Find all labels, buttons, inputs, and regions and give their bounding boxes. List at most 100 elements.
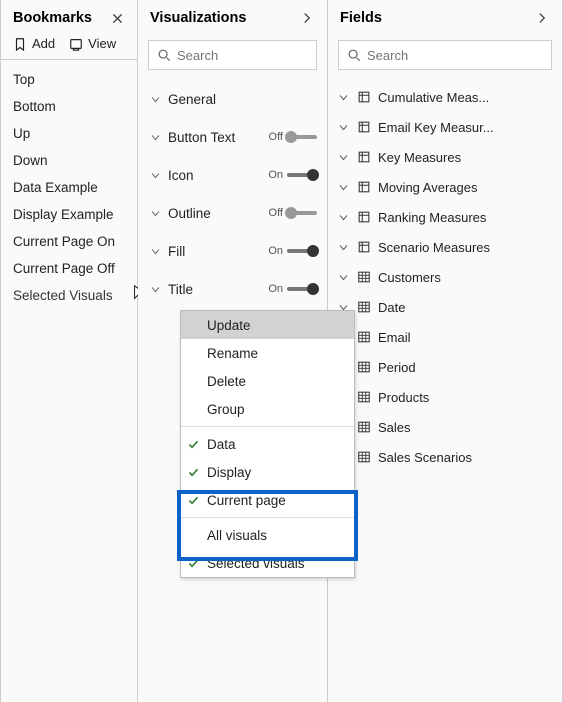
field-table-label: Ranking Measures xyxy=(378,210,486,225)
menu-item-label: Selected visuals xyxy=(207,556,305,571)
bookmarks-header: Bookmarks xyxy=(1,0,137,32)
field-table-label: Moving Averages xyxy=(378,180,478,195)
bookmark-item[interactable]: Selected Visuals xyxy=(1,282,137,309)
field-table[interactable]: Email Key Measur... xyxy=(328,112,562,142)
toggle-state-label: Off xyxy=(269,207,283,219)
menu-item[interactable]: Display xyxy=(181,458,354,486)
format-section[interactable]: General xyxy=(138,80,327,118)
format-section-label: Fill xyxy=(168,244,268,259)
view-bookmark-button[interactable]: View xyxy=(69,36,116,51)
toggle-switch[interactable]: On xyxy=(268,169,317,181)
bookmark-item[interactable]: Data Example xyxy=(1,174,137,201)
chevron-down-icon xyxy=(336,272,350,283)
fields-pane: Fields Cumulative Meas... Email Key Measu… xyxy=(328,0,563,702)
bookmark-item[interactable]: Down xyxy=(1,147,137,174)
menu-item-label: Rename xyxy=(207,346,258,361)
menu-item[interactable]: Group xyxy=(181,395,354,423)
fields-search[interactable] xyxy=(338,40,552,70)
format-section[interactable]: TitleOn xyxy=(138,270,327,308)
bookmark-item[interactable]: Display Example xyxy=(1,201,137,228)
menu-item-label: Group xyxy=(207,402,245,417)
field-table[interactable]: Cumulative Meas... xyxy=(328,82,562,112)
chevron-down-icon xyxy=(148,94,162,105)
menu-item[interactable]: Data xyxy=(181,430,354,458)
bookmark-item[interactable]: Up xyxy=(1,120,137,147)
search-icon xyxy=(347,48,361,62)
field-table-label: Cumulative Meas... xyxy=(378,90,489,105)
check-icon xyxy=(187,557,200,570)
menu-item-label: Update xyxy=(207,318,251,333)
toggle-switch[interactable]: On xyxy=(268,283,317,295)
bookmark-icon xyxy=(13,37,27,51)
field-table[interactable]: Moving Averages xyxy=(328,172,562,202)
check-icon xyxy=(187,466,200,479)
bookmark-item[interactable]: Top xyxy=(1,66,137,93)
field-table-label: Period xyxy=(378,360,416,375)
field-table-label: Products xyxy=(378,390,429,405)
chevron-down-icon xyxy=(336,182,350,193)
view-label: View xyxy=(88,36,116,51)
toggle-switch[interactable]: On xyxy=(268,245,317,257)
visualizations-search[interactable] xyxy=(148,40,317,70)
chevron-down-icon xyxy=(148,170,162,181)
field-table[interactable]: Period xyxy=(328,352,562,382)
format-section[interactable]: IconOn xyxy=(138,156,327,194)
menu-item-label: Data xyxy=(207,437,236,452)
menu-item-label: Display xyxy=(207,465,251,480)
chevron-down-icon xyxy=(148,246,162,257)
check-icon xyxy=(187,438,200,451)
close-icon[interactable] xyxy=(109,10,125,26)
menu-item[interactable]: Rename xyxy=(181,339,354,367)
menu-item[interactable]: Update xyxy=(181,311,354,339)
field-table[interactable]: Products xyxy=(328,382,562,412)
measure-icon xyxy=(356,239,372,255)
menu-item[interactable]: Current page xyxy=(181,486,354,514)
chevron-right-icon[interactable] xyxy=(299,10,315,26)
field-table-label: Customers xyxy=(378,270,441,285)
field-table-label: Scenario Measures xyxy=(378,240,490,255)
menu-item[interactable]: Selected visuals xyxy=(181,549,354,577)
add-label: Add xyxy=(32,36,55,51)
table-icon xyxy=(356,269,372,285)
field-table[interactable]: Date xyxy=(328,292,562,322)
toggle-switch[interactable]: Off xyxy=(269,131,317,143)
check-icon xyxy=(187,494,200,507)
chevron-right-icon[interactable] xyxy=(534,10,550,26)
menu-item[interactable]: Delete xyxy=(181,367,354,395)
measure-icon xyxy=(356,149,372,165)
menu-separator xyxy=(181,426,354,427)
bookmark-item[interactable]: Current Page On xyxy=(1,228,137,255)
field-table[interactable]: Sales xyxy=(328,412,562,442)
table-icon xyxy=(356,329,372,345)
chevron-down-icon xyxy=(148,208,162,219)
format-section-label: Icon xyxy=(168,168,268,183)
toggle-switch[interactable]: Off xyxy=(269,207,317,219)
menu-item[interactable]: All visuals xyxy=(181,521,354,549)
field-table-label: Date xyxy=(378,300,405,315)
search-icon xyxy=(157,48,171,62)
measure-icon xyxy=(356,209,372,225)
menu-item-label: All visuals xyxy=(207,528,267,543)
format-section[interactable]: FillOn xyxy=(138,232,327,270)
format-section[interactable]: OutlineOff xyxy=(138,194,327,232)
menu-item-label: Current page xyxy=(207,493,286,508)
bookmark-item[interactable]: Current Page Off xyxy=(1,255,137,282)
table-icon xyxy=(356,359,372,375)
field-table[interactable]: Customers xyxy=(328,262,562,292)
fields-header: Fields xyxy=(328,0,562,32)
table-icon xyxy=(356,419,372,435)
field-table[interactable]: Ranking Measures xyxy=(328,202,562,232)
bookmark-item[interactable]: Bottom xyxy=(1,93,137,120)
visualizations-search-input[interactable] xyxy=(177,48,353,63)
format-section[interactable]: Button TextOff xyxy=(138,118,327,156)
field-table[interactable]: Scenario Measures xyxy=(328,232,562,262)
bookmark-context-menu: Update Rename Delete Group Data Display Curren… xyxy=(180,310,355,578)
fields-list: Cumulative Meas... Email Key Measur...Key… xyxy=(328,78,562,476)
chevron-down-icon xyxy=(336,152,350,163)
field-table[interactable]: Key Measures xyxy=(328,142,562,172)
visualizations-header: Visualizations xyxy=(138,0,327,32)
fields-search-input[interactable] xyxy=(367,48,543,63)
add-bookmark-button[interactable]: Add xyxy=(13,36,55,51)
field-table[interactable]: Email xyxy=(328,322,562,352)
field-table[interactable]: Sales Scenarios xyxy=(328,442,562,472)
